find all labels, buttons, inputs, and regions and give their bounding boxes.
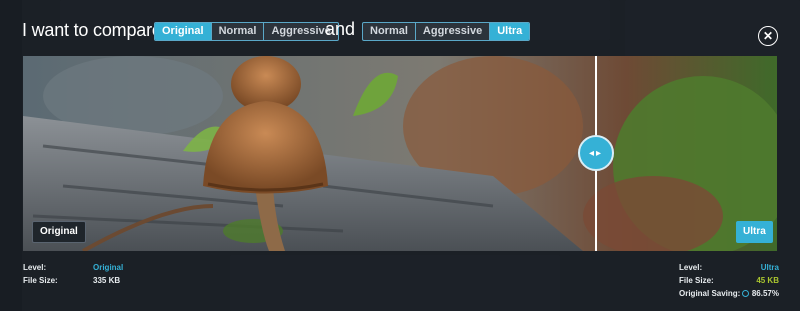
close-button[interactable]: ✕ [758,26,778,46]
right-level-selector: Normal Aggressive Ultra [362,22,531,41]
right-level-ultra-button[interactable]: Ultra [490,23,530,40]
left-size-label: File Size: [23,276,58,285]
left-level-selector: Original Normal Aggressive [154,22,339,41]
left-size-value: 335 KB [93,276,121,285]
left-level-original-button[interactable]: Original [155,23,212,40]
connector-label: and [325,19,356,39]
close-icon: ✕ [762,29,774,43]
saving-label: Original Saving: [679,289,741,298]
compare-header: I want to compare [22,19,162,41]
right-image-tag: Ultra [736,221,773,243]
left-image-tag: Original [32,221,86,243]
right-level-label: Level: [679,263,703,272]
right-level-normal-button[interactable]: Normal [363,23,416,40]
right-level-aggressive-button[interactable]: Aggressive [416,23,491,40]
right-level-value: Ultra [760,263,779,272]
compare-photo [23,56,777,251]
right-size-label: File Size: [679,276,714,285]
image-compare: ◂▸ Original Ultra [23,56,777,251]
right-stats: Level: Ultra File Size: 45 KB Original S… [679,261,779,300]
left-right-arrows-icon: ◂▸ [588,147,604,159]
right-size-value: 45 KB [756,276,779,285]
pie-chart-icon [741,290,749,297]
left-level-label: Level: [23,263,47,272]
modal-title: I want to compare [22,19,162,40]
saving-value: 86.57% [751,289,779,298]
compare-slider-handle[interactable]: ◂▸ [578,135,614,171]
left-level-normal-button[interactable]: Normal [212,23,265,40]
left-stats: Level: Original File Size: 335 KB [23,261,123,287]
left-level-value: Original [93,263,124,272]
